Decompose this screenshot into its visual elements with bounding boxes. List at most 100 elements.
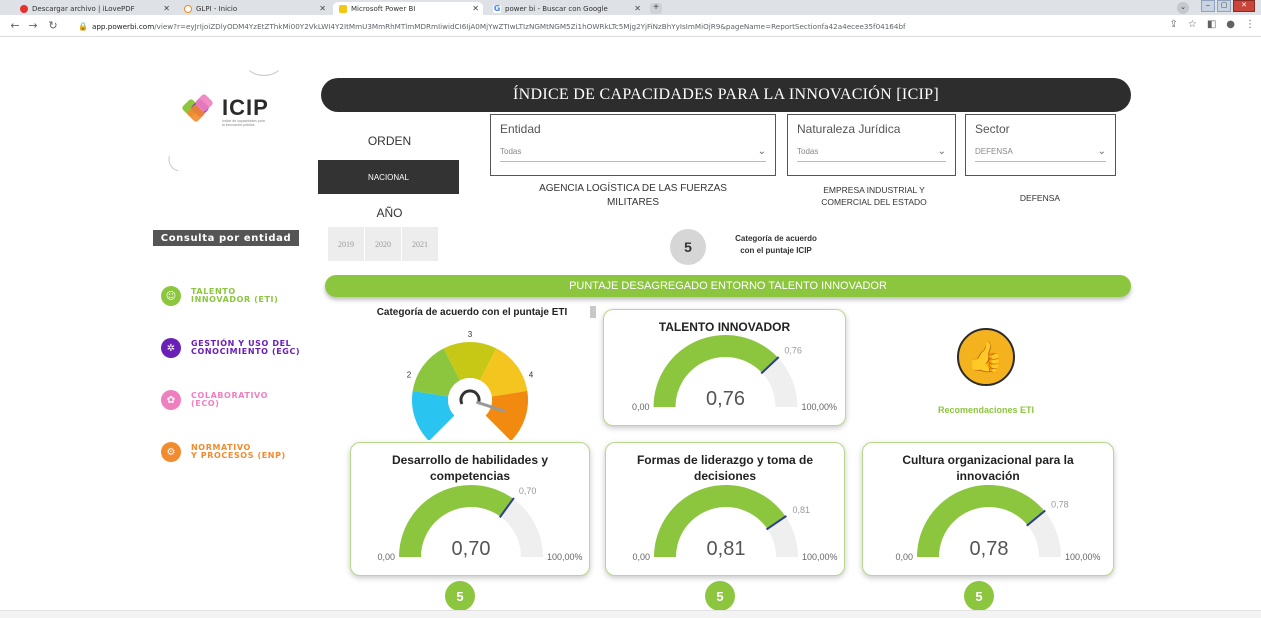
naturaleza-dropdown[interactable]: Todas ⌄ bbox=[797, 142, 946, 162]
year-button-2019[interactable]: 2019 bbox=[328, 227, 364, 261]
rating-thumbs-up-icon[interactable]: 👍 bbox=[957, 328, 1015, 386]
gauge-card-cultura: Cultura organizacional para la innovación… bbox=[862, 442, 1114, 576]
entidad-filter-label: Entidad bbox=[500, 122, 541, 136]
anio-label: AÑO bbox=[376, 206, 403, 220]
sidebar-item-label: COLABORATIVO (ECO) bbox=[191, 391, 269, 408]
year-slicer: 2019 2020 2021 bbox=[328, 227, 438, 261]
gauge-card-talento: TALENTO INNOVADOR 0,76 0,76 0,00 100,00% bbox=[603, 309, 846, 426]
icip-logo: ICIP bbox=[181, 93, 269, 123]
selected-entidad-text: AGENCIA LOGÍSTICA DE LAS FUERZAS MILITARE… bbox=[539, 183, 727, 208]
sector-filter-label: Sector bbox=[975, 122, 1010, 136]
year-button-2020[interactable]: 2020 bbox=[365, 227, 401, 261]
collaboration-icon: ✿ bbox=[161, 390, 181, 410]
chevron-down-icon: ⌄ bbox=[937, 146, 946, 157]
minimize-button[interactable]: – bbox=[1201, 0, 1215, 12]
reload-icon[interactable]: ↻ bbox=[46, 19, 60, 32]
orden-label: ORDEN bbox=[367, 134, 412, 148]
gauge-card-habilidades: Desarrollo de habilidades y competencias … bbox=[350, 442, 590, 576]
browser-address-bar: ← → ↻ 🔒 app.powerbi.com/view?r=eyJrIjoiZ… bbox=[0, 15, 1261, 37]
window-close-button[interactable]: ✕ bbox=[1233, 0, 1255, 12]
powerbi-report-canvas: ICIP índice de capacidades para la innov… bbox=[0, 38, 1261, 611]
category-badge: 5 bbox=[705, 581, 735, 611]
close-icon[interactable]: ✕ bbox=[472, 4, 479, 13]
new-tab-button[interactable]: + bbox=[650, 3, 662, 14]
browser-tab-powerbi[interactable]: Microsoft Power BI ✕ bbox=[333, 2, 483, 15]
gauge-max-label: 100,00% bbox=[802, 402, 838, 412]
status-bar bbox=[0, 610, 1261, 618]
gauge-card-liderazgo: Formas de liderazgo y toma de decisiones … bbox=[605, 442, 845, 576]
gauge-value: 0,81 bbox=[707, 538, 746, 560]
browser-toolbar: ⇪ ☆ ◧ ● ⋮ bbox=[1169, 19, 1255, 30]
entidad-dropdown-value: Todas bbox=[500, 147, 522, 156]
browser-tab-ilovepdf[interactable]: Descargar archivo | iLovePDF ✕ bbox=[14, 2, 174, 15]
url-path: /view?r=eyJrIjoiZDlyODM4YzEtZThkMi00Y2Vk… bbox=[154, 21, 906, 31]
process-gear-icon: ⚙ bbox=[161, 442, 181, 462]
gauge-max-label: 100,00% bbox=[547, 552, 583, 562]
gauge-marker-label: 0,70 bbox=[519, 486, 537, 496]
sidebar-item-eti[interactable]: ☺ TALENTO INNOVADOR (ETI) bbox=[161, 286, 278, 306]
decorative-arc bbox=[163, 139, 203, 177]
talento-gauge: 0,76 0,76 0,00 100,00% bbox=[632, 334, 838, 412]
eti-category-gauge: 12345 bbox=[407, 330, 534, 440]
naturaleza-filter: Naturaleza Jurídica Todas ⌄ bbox=[787, 114, 956, 176]
browser-tab-google[interactable]: G power bi - Buscar con Google ✕ bbox=[487, 2, 645, 15]
sidebar-item-enp[interactable]: ⚙ NORMATIVO Y PROCESOS (ENP) bbox=[161, 442, 286, 462]
url-field[interactable]: 🔒 app.powerbi.com/view?r=eyJrIjoiZDlyODM… bbox=[78, 20, 1218, 32]
sidebar-item-egc[interactable]: ✲ GESTIÓN Y USO DEL CONOCIMIENTO (EGC) bbox=[161, 338, 300, 358]
maximize-button[interactable]: ▢ bbox=[1217, 0, 1231, 12]
gauge-min-label: 0,00 bbox=[632, 402, 650, 412]
year-button-2021[interactable]: 2021 bbox=[402, 227, 438, 261]
tab-search-icon[interactable]: ⌄ bbox=[1177, 2, 1189, 14]
gauge-max-label: 100,00% bbox=[802, 552, 838, 562]
icip-category-label: Categoría de acuerdo con el puntaje ICIP bbox=[735, 234, 817, 255]
gauge-min-label: 0,00 bbox=[895, 552, 913, 562]
sidebar-item-label: GESTIÓN Y USO DEL CONOCIMIENTO (EGC) bbox=[191, 339, 301, 356]
window-controls: – ▢ ✕ bbox=[1201, 0, 1255, 12]
gauge-marker-label: 0,81 bbox=[793, 505, 811, 515]
scroll-handle[interactable] bbox=[590, 306, 596, 318]
url-host: app.powerbi.com bbox=[91, 21, 155, 31]
gauge-max-label: 100,00% bbox=[1065, 552, 1101, 562]
recomendaciones-link[interactable]: Recomendaciones ETI bbox=[900, 405, 1072, 415]
orden-nacional-button[interactable]: NACIONAL bbox=[318, 160, 459, 194]
category-badge: 5 bbox=[964, 581, 994, 611]
icip-logo-mark-icon bbox=[181, 93, 216, 123]
consulta-por-entidad-label: Consulta por entidad bbox=[153, 230, 299, 246]
close-icon[interactable]: ✕ bbox=[163, 4, 170, 13]
gauge-value: 0,70 bbox=[452, 538, 491, 560]
sidebar-item-label: NORMATIVO Y PROCESOS (ENP) bbox=[191, 443, 286, 460]
eti-gauge-hub bbox=[448, 378, 492, 422]
naturaleza-filter-label: Naturaleza Jurídica bbox=[797, 122, 901, 136]
close-icon[interactable]: ✕ bbox=[319, 4, 326, 13]
tab-label: GLPI - Inicio bbox=[196, 4, 238, 13]
sidebar-item-eco[interactable]: ✿ COLABORATIVO (ECO) bbox=[161, 390, 268, 410]
close-icon[interactable]: ✕ bbox=[634, 4, 641, 13]
share-icon[interactable]: ⇪ bbox=[1169, 19, 1177, 30]
selected-naturaleza-text: EMPRESA INDUSTRIAL Y COMERCIAL DEL ESTADO bbox=[821, 185, 927, 207]
google-icon: G bbox=[493, 3, 501, 13]
habilidades-gauge: 0,70 0,70 0,00 100,00% bbox=[377, 485, 583, 562]
logo-subtitle: índice de capacidades para la innovación… bbox=[222, 119, 265, 127]
powerbi-icon bbox=[339, 4, 347, 13]
sector-dropdown[interactable]: DEFENSA ⌄ bbox=[975, 142, 1106, 162]
category-badge: 5 bbox=[445, 581, 475, 611]
tab-label: Microsoft Power BI bbox=[351, 4, 416, 13]
cultura-gauge: 0,78 0,78 0,00 100,00% bbox=[895, 485, 1101, 562]
gauge-value: 0,76 bbox=[706, 388, 745, 410]
chevron-down-icon: ⌄ bbox=[1097, 146, 1106, 157]
forward-icon[interactable]: → bbox=[26, 19, 40, 32]
profile-icon[interactable]: ● bbox=[1226, 19, 1235, 30]
back-icon[interactable]: ← bbox=[8, 19, 22, 32]
entidad-dropdown[interactable]: Todas ⌄ bbox=[500, 142, 766, 162]
eti-gauge-tick-label: 2 bbox=[407, 371, 412, 380]
bookmark-star-icon[interactable]: ☆ bbox=[1188, 19, 1197, 30]
eti-gauge-tick-label: 4 bbox=[529, 371, 534, 380]
browser-tab-strip: Descargar archivo | iLovePDF ✕ GLPI - In… bbox=[0, 0, 1261, 15]
browser-tab-glpi[interactable]: GLPI - Inicio ✕ bbox=[178, 2, 330, 15]
selected-sector-text: DEFENSA bbox=[1019, 193, 1061, 203]
eti-gauge-title: Categoría de acuerdo con el puntaje ETI bbox=[376, 307, 568, 318]
sidepanel-icon[interactable]: ◧ bbox=[1207, 19, 1216, 30]
knowledge-icon: ✲ bbox=[161, 338, 181, 358]
section-title-bar: PUNTAJE DESAGREGADO ENTORNO TALENTO INNO… bbox=[325, 275, 1131, 297]
menu-icon[interactable]: ⋮ bbox=[1245, 19, 1255, 30]
